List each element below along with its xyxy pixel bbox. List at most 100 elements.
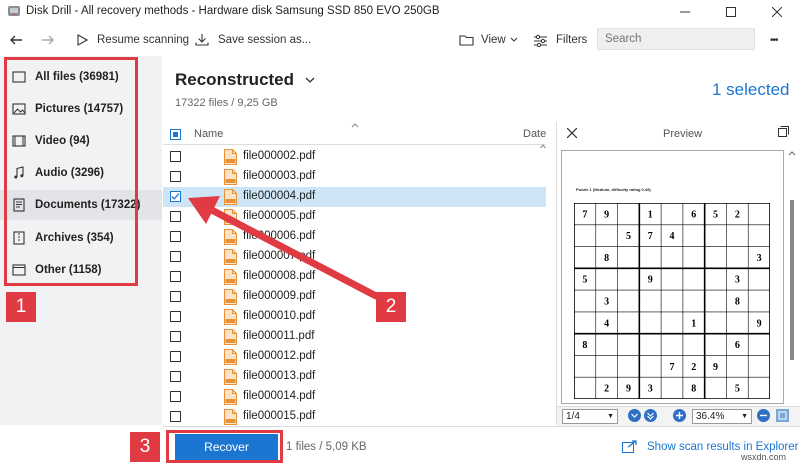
sudoku-cell-value: 5 [735, 384, 740, 395]
back-button[interactable] [9, 24, 23, 56]
arrow-down-icon [631, 413, 638, 418]
results-title[interactable]: Reconstructed [175, 70, 315, 90]
file-name: file000003.pdf [243, 170, 316, 182]
close-icon [566, 127, 578, 139]
disk-drill-app-icon [7, 4, 21, 18]
file-row[interactable]: file000014.pdf [163, 387, 546, 407]
file-list-scrollbar[interactable] [540, 144, 546, 424]
pdf-file-icon [224, 369, 237, 385]
zoom-out-icon [760, 414, 767, 417]
file-checkbox[interactable] [170, 311, 181, 322]
file-name: file000014.pdf [243, 390, 316, 402]
view-label: View [481, 34, 506, 46]
file-row[interactable]: file000002.pdf [163, 147, 546, 167]
sudoku-cell-value: 8 [604, 253, 609, 264]
file-name: file000013.pdf [243, 370, 316, 382]
chevron-down-icon [510, 37, 518, 42]
pdf-file-icon [224, 149, 237, 165]
select-all-checkbox[interactable] [170, 129, 181, 140]
file-row[interactable]: file000003.pdf [163, 167, 546, 187]
pdf-file-icon [224, 309, 237, 325]
zoom-selector[interactable]: 36.4% ▼ [692, 409, 752, 424]
close-preview-button[interactable] [566, 127, 578, 141]
file-row[interactable]: file000012.pdf [163, 347, 546, 367]
next-page-button[interactable] [628, 409, 641, 422]
file-checkbox[interactable] [170, 151, 181, 162]
minimize-button[interactable] [662, 0, 708, 24]
sudoku-grid: 7 9 1 6 5 2 5 7 4 8 3 5 9 3 3 8 4 1 9 8 6 7 2 9 2 9 3 8 5 [574, 203, 770, 399]
pdf-file-icon [224, 349, 237, 365]
zoom-out-button[interactable] [757, 409, 770, 422]
annotation-frame-recover [166, 430, 283, 463]
file-checkbox[interactable] [170, 351, 181, 362]
sudoku-cell-value: 1 [648, 209, 653, 220]
sudoku-cell-value: 6 [691, 209, 696, 220]
save-session-button[interactable]: Save session as... [195, 24, 311, 56]
sudoku-cell-value: 9 [713, 362, 718, 373]
window-title: Disk Drill - All recovery methods - Hard… [26, 5, 440, 17]
sudoku-cell-value: 5 [713, 209, 718, 220]
file-checkbox[interactable] [170, 331, 181, 342]
file-row[interactable]: file000010.pdf [163, 307, 546, 327]
sudoku-cell-value: 9 [626, 384, 631, 395]
close-button[interactable] [754, 0, 800, 24]
file-checkbox[interactable] [170, 171, 181, 182]
sudoku-cell-value: 3 [735, 275, 740, 286]
preview-scrollbar[interactable] [787, 150, 797, 404]
forward-button[interactable] [41, 24, 55, 56]
file-checkbox[interactable] [170, 411, 181, 422]
resume-scanning-button[interactable]: Resume scanning [76, 24, 189, 56]
annotation-arrow [188, 196, 380, 300]
file-name: file000002.pdf [243, 150, 316, 162]
maximize-button[interactable] [708, 0, 754, 24]
fit-page-button[interactable] [776, 409, 789, 422]
search-input[interactable] [598, 29, 754, 49]
pdf-file-icon [224, 169, 237, 185]
file-name: file000012.pdf [243, 350, 316, 362]
sudoku-cell-value: 7 [648, 231, 653, 242]
more-menu-button[interactable]: ••• [770, 24, 778, 56]
file-row[interactable]: file000011.pdf [163, 327, 546, 347]
sudoku-cell-value: 7 [670, 362, 675, 373]
sudoku-cell-value: 9 [604, 209, 609, 220]
zoom-in-button[interactable] [673, 409, 686, 422]
view-button[interactable]: View [459, 24, 518, 56]
filter-sliders-icon [534, 34, 547, 47]
search-box[interactable] [597, 28, 755, 50]
selected-count: 1 selected [712, 80, 790, 99]
pdf-file-icon [224, 329, 237, 345]
sudoku-cell-value: 7 [582, 209, 587, 220]
download-icon [195, 34, 209, 46]
maximize-icon [726, 7, 736, 17]
name-column-header[interactable]: Name [194, 128, 223, 140]
file-row[interactable]: file000015.pdf [163, 407, 546, 427]
pdf-file-icon [224, 409, 237, 425]
chevron-down-icon [305, 77, 315, 83]
page-selector[interactable]: 1/4 ▼ [562, 409, 618, 424]
sudoku-cell-value: 5 [582, 275, 587, 286]
back-arrow-icon [10, 35, 22, 45]
zoom-value: 36.4% [696, 411, 725, 422]
sudoku-cell-value: 6 [735, 340, 740, 351]
sudoku-cell-value: 3 [648, 384, 653, 395]
forward-arrow-icon [42, 35, 54, 45]
sudoku-cell-value: 2 [691, 362, 696, 373]
last-page-button[interactable] [644, 409, 657, 422]
file-checkbox[interactable] [170, 391, 181, 402]
date-column-header[interactable]: Date [523, 128, 546, 140]
open-preview-window-button[interactable] [778, 126, 789, 140]
pdf-file-icon [224, 389, 237, 405]
sudoku-cell-value: 2 [604, 384, 609, 395]
resume-scanning-label: Resume scanning [97, 34, 190, 46]
annotation-badge-1: 1 [6, 292, 36, 322]
sudoku-cell-value: 4 [604, 318, 609, 329]
annotation-badge-2: 2 [376, 292, 406, 322]
file-row[interactable]: file000013.pdf [163, 367, 546, 387]
filters-label: Filters [556, 34, 588, 46]
file-checkbox[interactable] [170, 371, 181, 382]
file-name: file000010.pdf [243, 310, 316, 322]
sudoku-cell-value: 9 [648, 275, 653, 286]
sudoku-cell-value: 3 [757, 253, 762, 264]
filters-button[interactable]: Filters [533, 24, 587, 56]
sort-ascending-icon [351, 123, 359, 128]
